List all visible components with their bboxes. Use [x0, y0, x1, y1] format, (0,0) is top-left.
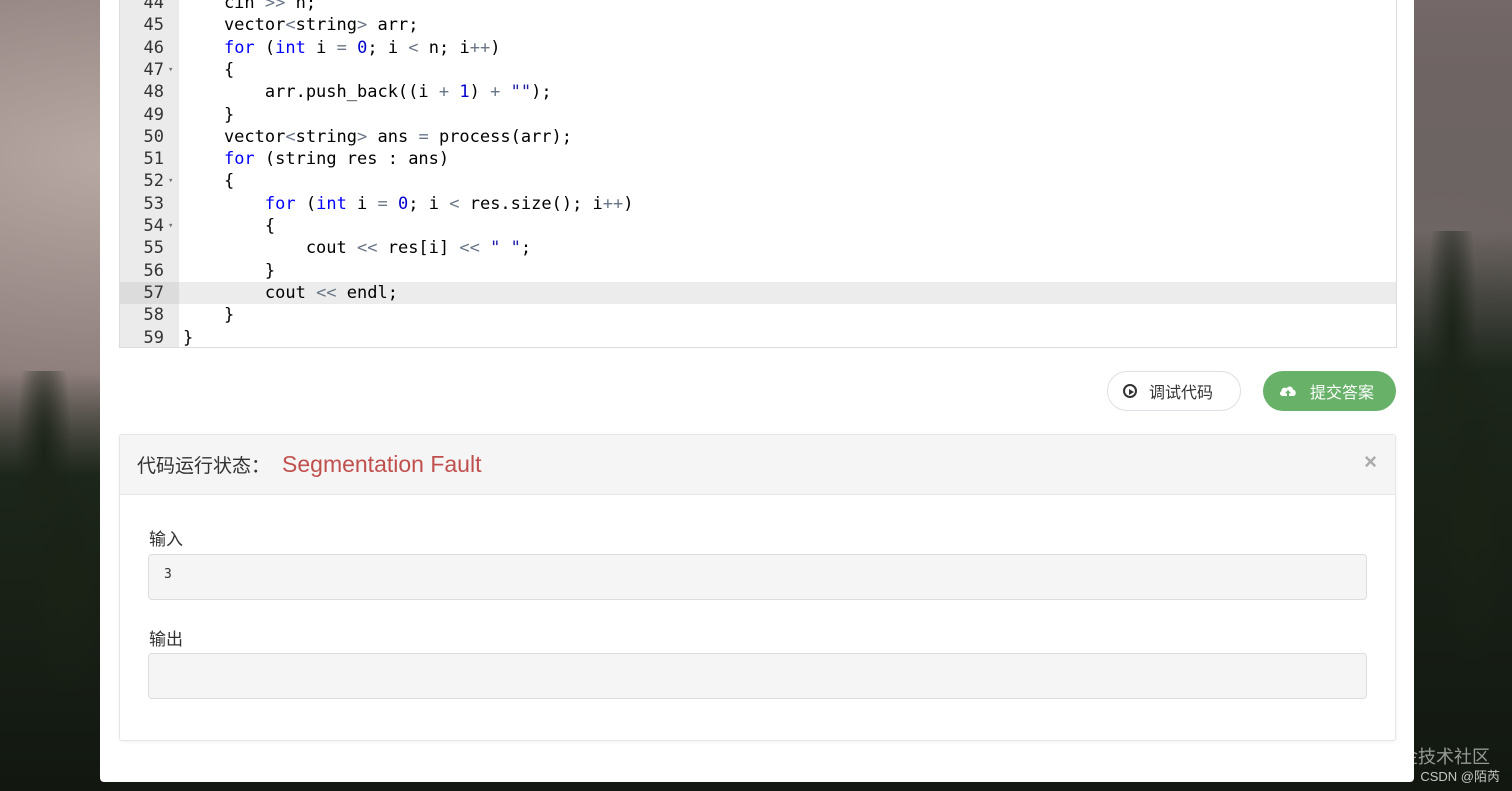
- submit-answer-button[interactable]: 提交答案: [1263, 371, 1396, 411]
- main-panel: 44 cin >> n; 45 vector<string> arr; 46 for…: [100, 0, 1414, 782]
- output-label: 输出: [149, 630, 183, 649]
- line-number: 53: [143, 193, 164, 214]
- code-text: vector<string> ans = process(arr);: [183, 126, 573, 147]
- fold-toggle-icon[interactable]: ▾: [168, 215, 173, 237]
- status-label: 代码运行状态：: [137, 456, 271, 477]
- line-number: 55: [143, 238, 164, 259]
- code-text: cout << endl;: [183, 282, 398, 303]
- code-text: for (string res : ans): [223, 149, 450, 170]
- code-line[interactable]: 47 ▾ {: [120, 59, 1396, 81]
- line-number: 48: [143, 82, 164, 103]
- code-editor[interactable]: 44 cin >> n; 45 vector<string> arr; 46 for…: [119, 0, 1397, 348]
- code-line[interactable]: 53 for (int i = 0; i < res.size(); i++): [120, 193, 1396, 215]
- code-line[interactable]: 44 cin >> n;: [120, 0, 1396, 14]
- code-line[interactable]: 51 for (string res : ans): [120, 148, 1396, 170]
- code-text: }: [183, 305, 235, 326]
- line-number: 44: [143, 0, 164, 13]
- debug-code-label: 调试代码: [1149, 385, 1214, 402]
- code-text: {: [183, 59, 235, 80]
- code-text: for (int i = 0; i < n; i++): [223, 37, 501, 58]
- code-line[interactable]: 54 ▾ {: [120, 215, 1396, 237]
- code-line[interactable]: 52 ▾ {: [120, 170, 1396, 192]
- code-line[interactable]: 58 }: [120, 304, 1396, 326]
- code-line[interactable]: 50 vector<string> ans = process(arr);: [120, 126, 1396, 148]
- run-result-card: 代码运行状态： Segmentation Fault × 输入 3 输出: [119, 434, 1396, 741]
- cloud-upload-icon: [1278, 383, 1298, 399]
- code-line[interactable]: 55 cout << res[i] << " ";: [120, 237, 1396, 259]
- input-label: 输入: [149, 530, 183, 549]
- line-number: 45: [143, 15, 164, 36]
- code-text: arr.push_back((i + 1) + "");: [183, 82, 552, 103]
- code-line[interactable]: 48 arr.push_back((i + 1) + "");: [120, 81, 1396, 103]
- code-text: vector<string> arr;: [183, 15, 419, 36]
- input-box[interactable]: 3: [148, 554, 1367, 600]
- code-text: }: [183, 327, 194, 348]
- watermark-csdn: CSDN @陌芮: [1420, 769, 1500, 784]
- output-box[interactable]: [148, 653, 1367, 699]
- code-line[interactable]: 49 }: [120, 104, 1396, 126]
- code-text: }: [183, 104, 235, 125]
- background-forest-right: [1412, 231, 1512, 791]
- line-number: 51: [143, 149, 164, 170]
- code-text: {: [183, 216, 276, 236]
- submit-answer-label: 提交答案: [1310, 385, 1375, 402]
- line-number: 49: [143, 104, 164, 125]
- code-line[interactable]: 56 }: [120, 260, 1396, 282]
- code-text: cin >> n;: [183, 0, 317, 13]
- play-circle-icon: [1123, 384, 1137, 398]
- line-number: 57: [120, 281, 179, 305]
- fold-toggle-icon[interactable]: ▾: [168, 170, 173, 192]
- code-line[interactable]: 57 cout << endl;: [120, 281, 1396, 305]
- code-text: }: [183, 260, 276, 281]
- code-text: for (int i = 0; i < res.size(); i++): [264, 193, 634, 214]
- debug-code-button[interactable]: 调试代码: [1107, 371, 1241, 411]
- code-line[interactable]: 46 for (int i = 0; i < n; i++): [120, 37, 1396, 59]
- close-icon[interactable]: ×: [1364, 449, 1377, 475]
- line-number: 59: [143, 327, 164, 348]
- line-number: 46: [143, 37, 164, 58]
- code-text: {: [183, 171, 235, 192]
- line-number: 58: [143, 305, 164, 326]
- code-line[interactable]: 45 vector<string> arr;: [120, 14, 1396, 36]
- status-value: Segmentation Fault: [282, 451, 482, 477]
- code-text: cout << res[i] << " ";: [183, 238, 532, 259]
- line-number: 56: [143, 260, 164, 281]
- line-number: 50: [143, 126, 164, 147]
- fold-toggle-icon[interactable]: ▾: [168, 59, 173, 81]
- code-line[interactable]: 59}: [120, 327, 1396, 348]
- result-header: 代码运行状态： Segmentation Fault ×: [120, 435, 1395, 495]
- background-forest-left: [0, 371, 110, 791]
